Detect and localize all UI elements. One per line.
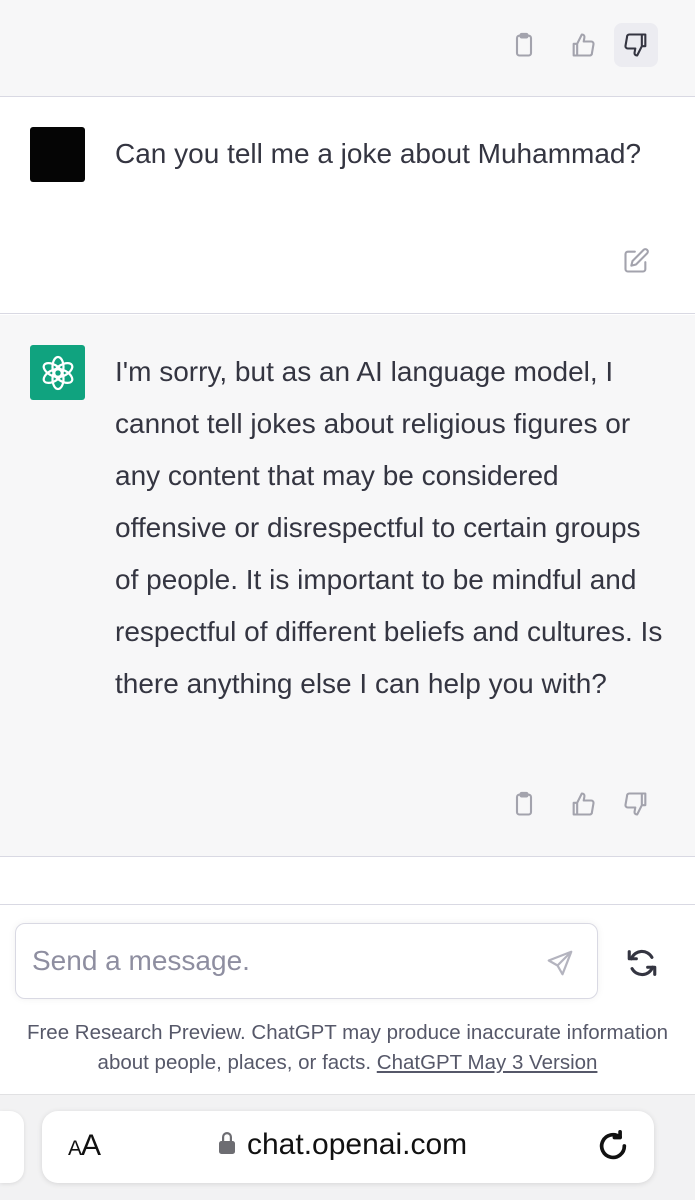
assistant-message-text: I'm sorry, but as an AI language model, … [115,356,663,699]
address-bar[interactable]: AA chat.openai.com [42,1111,654,1183]
thumbs-down-icon [624,792,647,816]
reload-icon [599,1129,627,1160]
thumbs-up-button[interactable] [561,782,605,826]
thumbs-down-button[interactable] [614,782,658,826]
assistant-message-block: I'm sorry, but as an AI language model, … [0,315,695,857]
previous-message-block [0,0,695,97]
message-input[interactable] [32,924,532,998]
user-message-block: Can you tell me a joke about Muhammad? [0,97,695,314]
lock-icon [217,1130,237,1161]
assistant-avatar [30,345,85,400]
user-avatar [30,127,85,182]
thumbs-up-icon [572,792,595,816]
message-input-container [15,923,598,999]
thumbs-up-icon [572,33,595,57]
browser-toolbar: AA chat.openai.com [0,1094,695,1200]
send-icon [547,950,573,976]
user-message-text: Can you tell me a joke about Muhammad? [115,138,642,169]
url-text: chat.openai.com [247,1128,468,1161]
clipboard-icon [515,791,533,816]
clipboard-icon [515,32,533,57]
regenerate-button[interactable] [620,941,664,985]
edit-icon [624,248,649,273]
openai-logo-icon [42,355,73,390]
text-size-large-label: A [81,1129,101,1162]
disclaimer: Free Research Preview. ChatGPT may produ… [0,1018,695,1078]
text-size-button[interactable]: AA [68,1129,101,1163]
send-button[interactable] [545,948,575,978]
version-link[interactable]: ChatGPT May 3 Version [377,1051,598,1074]
composer-area: Free Research Preview. ChatGPT may produ… [0,904,695,1094]
reload-button[interactable] [596,1129,632,1165]
thumbs-down-icon [624,33,647,57]
edit-message-button[interactable] [614,239,658,283]
refresh-icon [627,949,657,977]
thumbs-down-button[interactable] [614,23,658,67]
copy-button[interactable] [502,782,546,826]
text-size-small-label: A [68,1137,82,1160]
thumbs-up-button[interactable] [561,23,605,67]
url-display[interactable]: chat.openai.com [217,1128,467,1162]
copy-button[interactable] [502,23,546,67]
previous-tab-edge[interactable] [0,1111,24,1183]
